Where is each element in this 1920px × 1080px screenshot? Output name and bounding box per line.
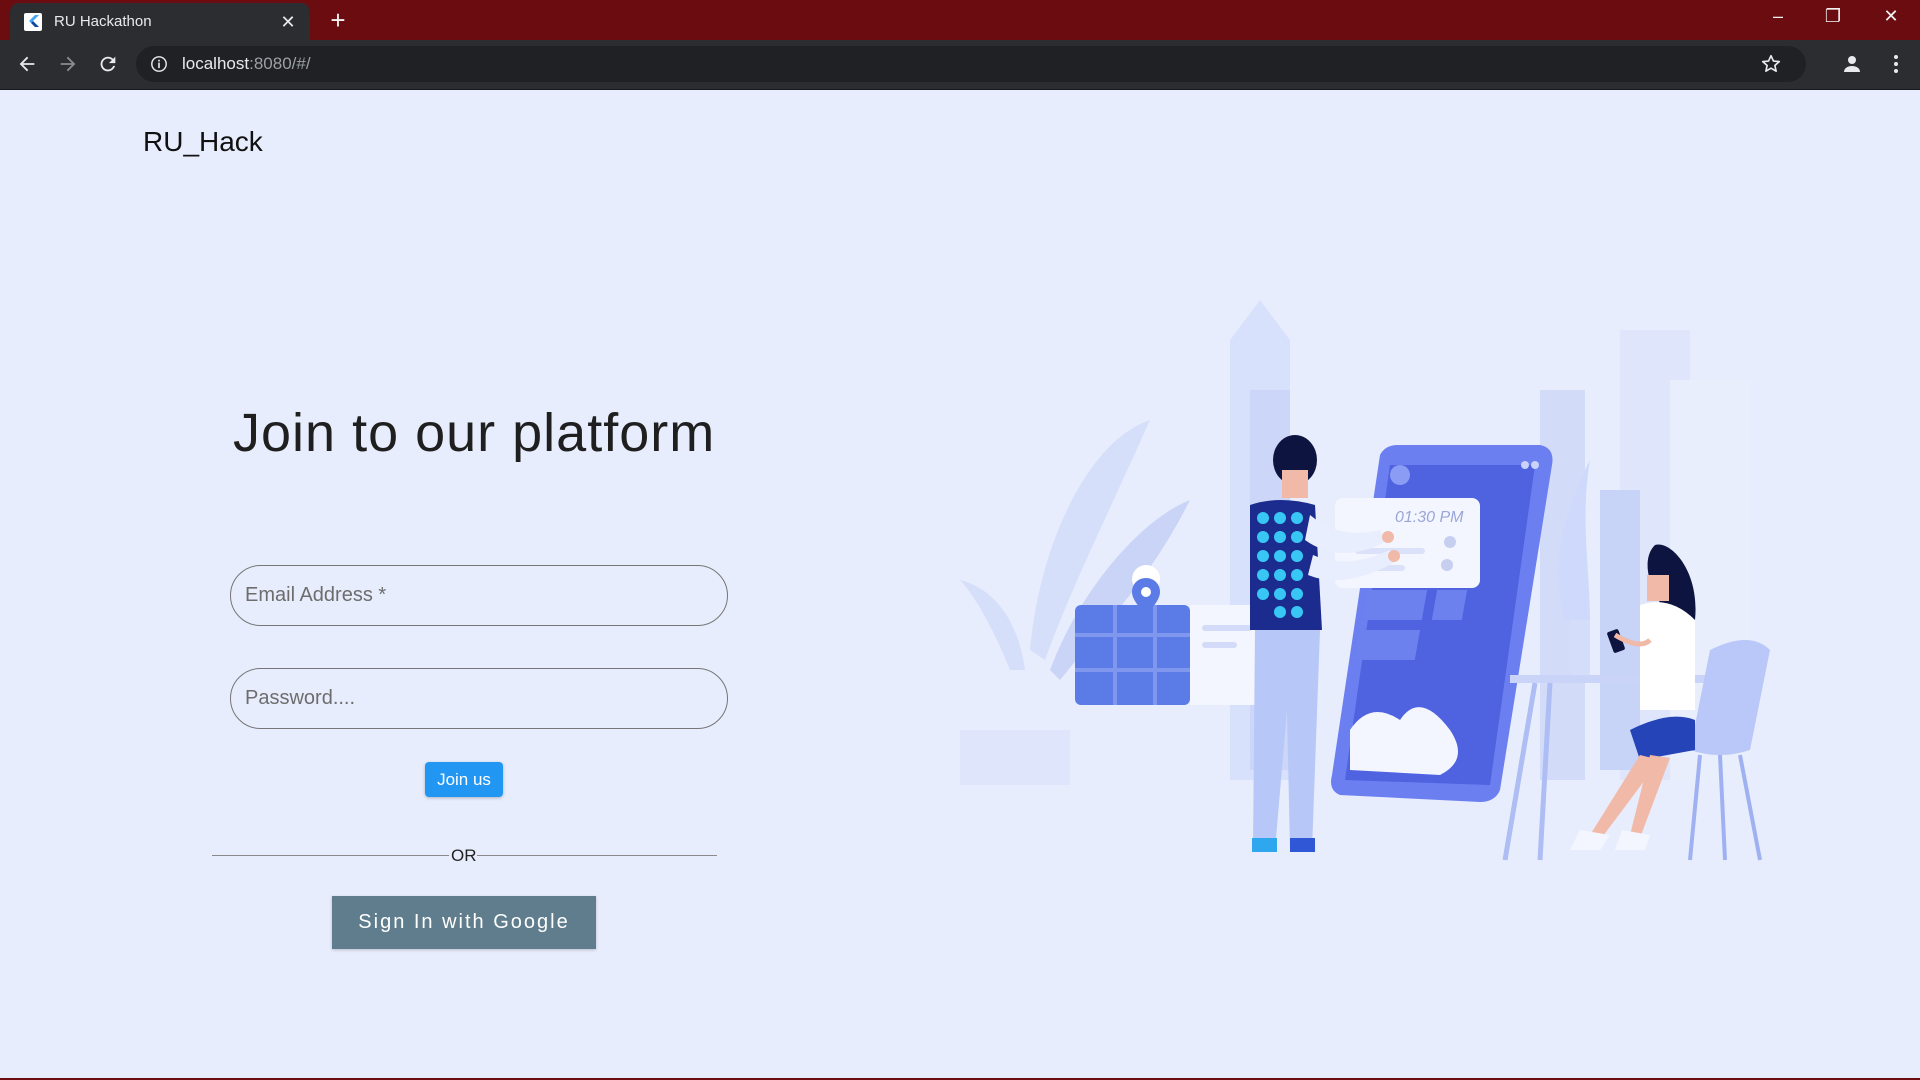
reload-icon[interactable]: [92, 48, 124, 80]
close-window-icon[interactable]: ✕: [1876, 6, 1906, 27]
brand-logo-text: RU_Hack: [143, 126, 263, 157]
browser-titlebar: RU Hackathon ✕ + – ❐ ✕: [0, 0, 1920, 40]
tab-title: RU Hackathon: [54, 13, 152, 30]
illustration-image: 01:30 PM: [960, 300, 1770, 861]
or-divider-text: OR: [451, 846, 477, 865]
divider-line-right: [477, 855, 717, 856]
password-field[interactable]: [230, 668, 728, 729]
illustration-time-text: 01:30 PM: [1395, 509, 1464, 526]
page-title: Join to our platform: [233, 403, 716, 463]
bookmark-star-icon[interactable]: [1760, 53, 1782, 75]
menu-dots-icon[interactable]: [1884, 52, 1908, 76]
browser-tab[interactable]: RU Hackathon ✕: [10, 3, 310, 40]
minimize-icon[interactable]: –: [1763, 6, 1793, 27]
info-icon[interactable]: [150, 55, 168, 73]
join-us-button[interactable]: Join us: [425, 762, 503, 797]
url-path: :8080/#/: [249, 54, 311, 73]
maximize-icon[interactable]: ❐: [1818, 6, 1848, 27]
back-icon[interactable]: [11, 48, 43, 80]
divider-line-left: [212, 855, 449, 856]
url-host: localhost: [182, 54, 250, 73]
tab-close-icon[interactable]: ✕: [278, 13, 298, 31]
forward-icon[interactable]: [52, 48, 84, 80]
new-tab-icon[interactable]: +: [325, 7, 351, 33]
profile-icon[interactable]: [1840, 52, 1864, 76]
google-sign-in-button[interactable]: Sign In with Google: [332, 896, 596, 949]
flutter-icon: [24, 12, 42, 31]
email-field[interactable]: [230, 565, 728, 626]
browser-toolbar: localhost:8080/#/: [0, 40, 1920, 90]
address-bar[interactable]: localhost:8080/#/: [136, 46, 1806, 82]
